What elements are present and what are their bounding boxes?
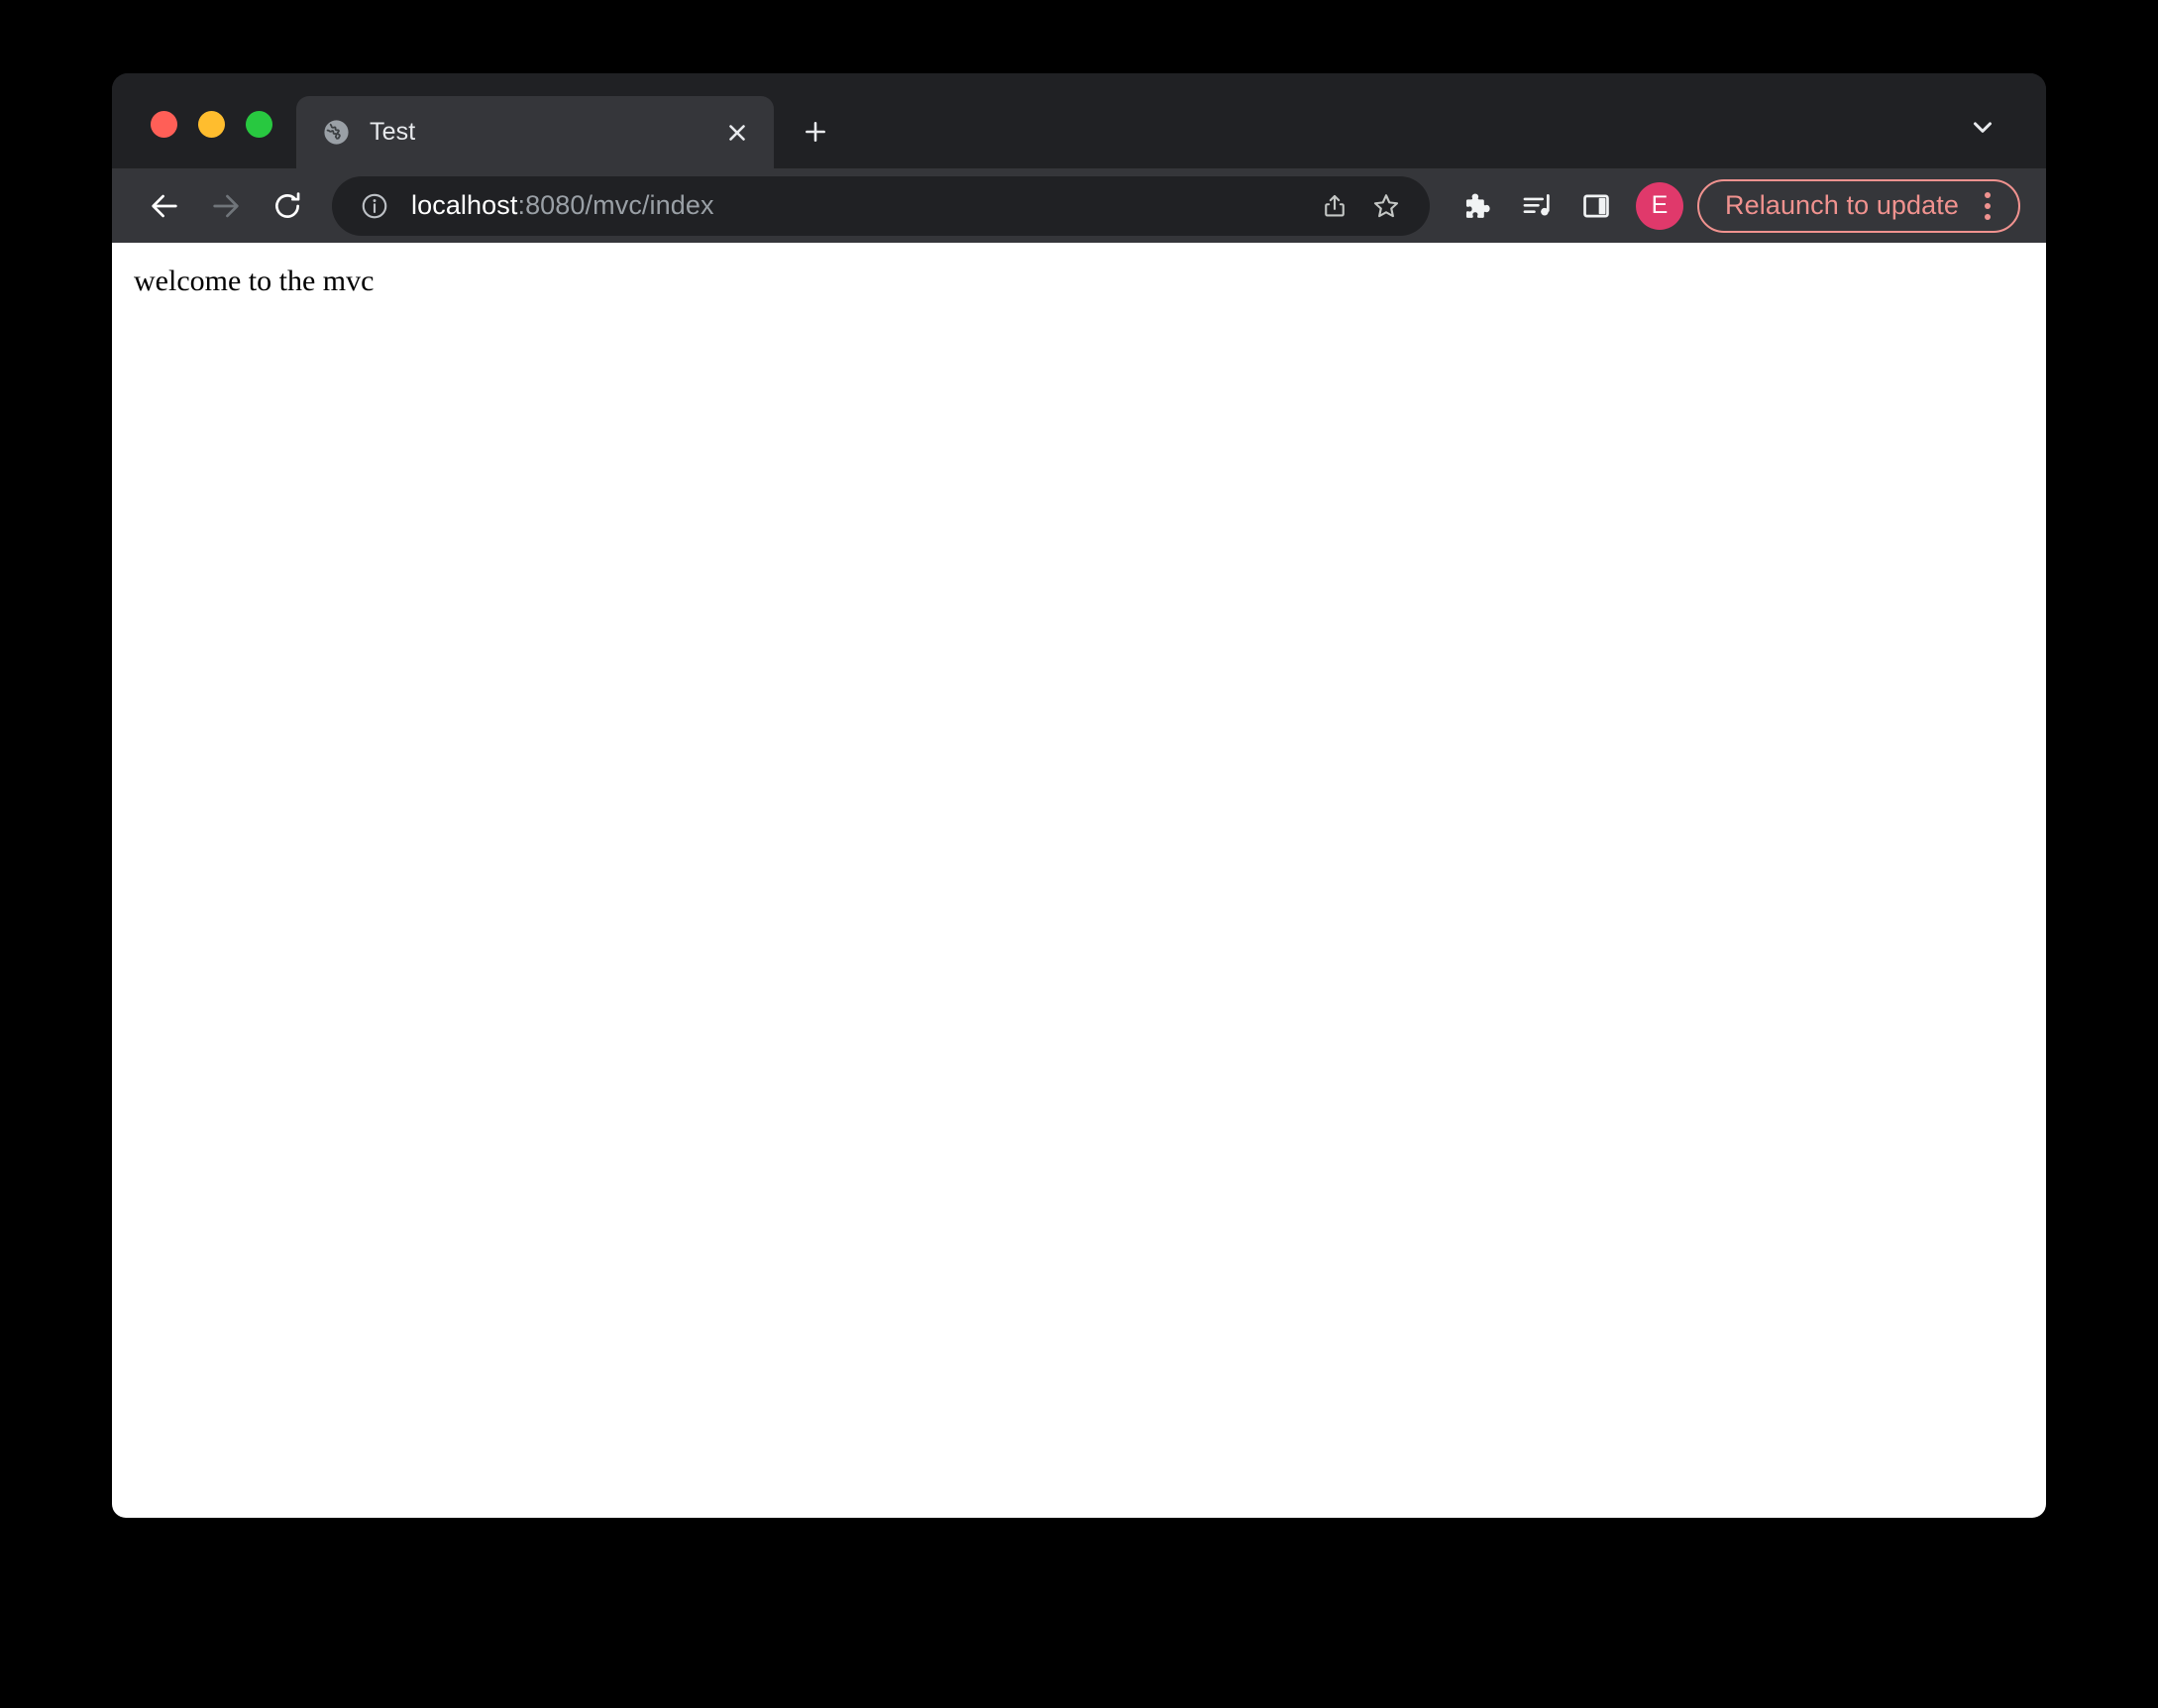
three-dots-vertical-icon[interactable] xyxy=(1967,185,2008,227)
url-text[interactable]: localhost:8080/mvc/index xyxy=(411,190,1309,221)
window-minimize-button[interactable] xyxy=(198,111,225,138)
window-maximize-button[interactable] xyxy=(246,111,272,138)
address-bar[interactable]: localhost:8080/mvc/index xyxy=(332,175,1431,236)
reload-icon[interactable] xyxy=(257,175,318,237)
side-panel-icon[interactable] xyxy=(1566,176,1626,236)
info-circle-icon[interactable] xyxy=(357,188,392,224)
browser-tab-test[interactable]: Test xyxy=(296,96,774,168)
tab-search-chevron-down-icon[interactable] xyxy=(1955,99,2010,155)
tab-list: Test xyxy=(296,73,843,168)
profile-initial: E xyxy=(1651,191,1669,219)
url-path: :8080/mvc/index xyxy=(517,190,714,220)
media-playlist-icon[interactable] xyxy=(1507,176,1566,236)
page-viewport: welcome to the mvc xyxy=(112,243,2046,1518)
window-close-button[interactable] xyxy=(151,111,177,138)
profile-avatar[interactable]: E xyxy=(1636,181,1684,230)
window-traffic-lights xyxy=(112,111,272,168)
forward-arrow-icon[interactable] xyxy=(195,175,257,237)
globe-icon xyxy=(322,118,351,147)
relaunch-label: Relaunch to update xyxy=(1725,190,1959,220)
star-icon[interactable] xyxy=(1360,180,1412,232)
url-host: localhost xyxy=(411,190,518,220)
tab-strip: Test xyxy=(112,73,2046,168)
browser-window: Test localhost:8080/mvc/index E Relaunch… xyxy=(112,73,2046,1518)
tab-close-button[interactable] xyxy=(716,112,758,154)
puzzle-piece-icon[interactable] xyxy=(1448,176,1507,236)
tab-title: Test xyxy=(370,120,416,145)
relaunch-to-update-button[interactable]: Relaunch to update xyxy=(1697,178,2020,233)
page-body-text: welcome to the mvc xyxy=(134,265,375,297)
back-arrow-icon[interactable] xyxy=(134,175,195,237)
browser-toolbar: localhost:8080/mvc/index E Relaunch to u… xyxy=(112,168,2046,243)
share-icon[interactable] xyxy=(1309,180,1360,232)
new-tab-button[interactable] xyxy=(788,104,843,160)
